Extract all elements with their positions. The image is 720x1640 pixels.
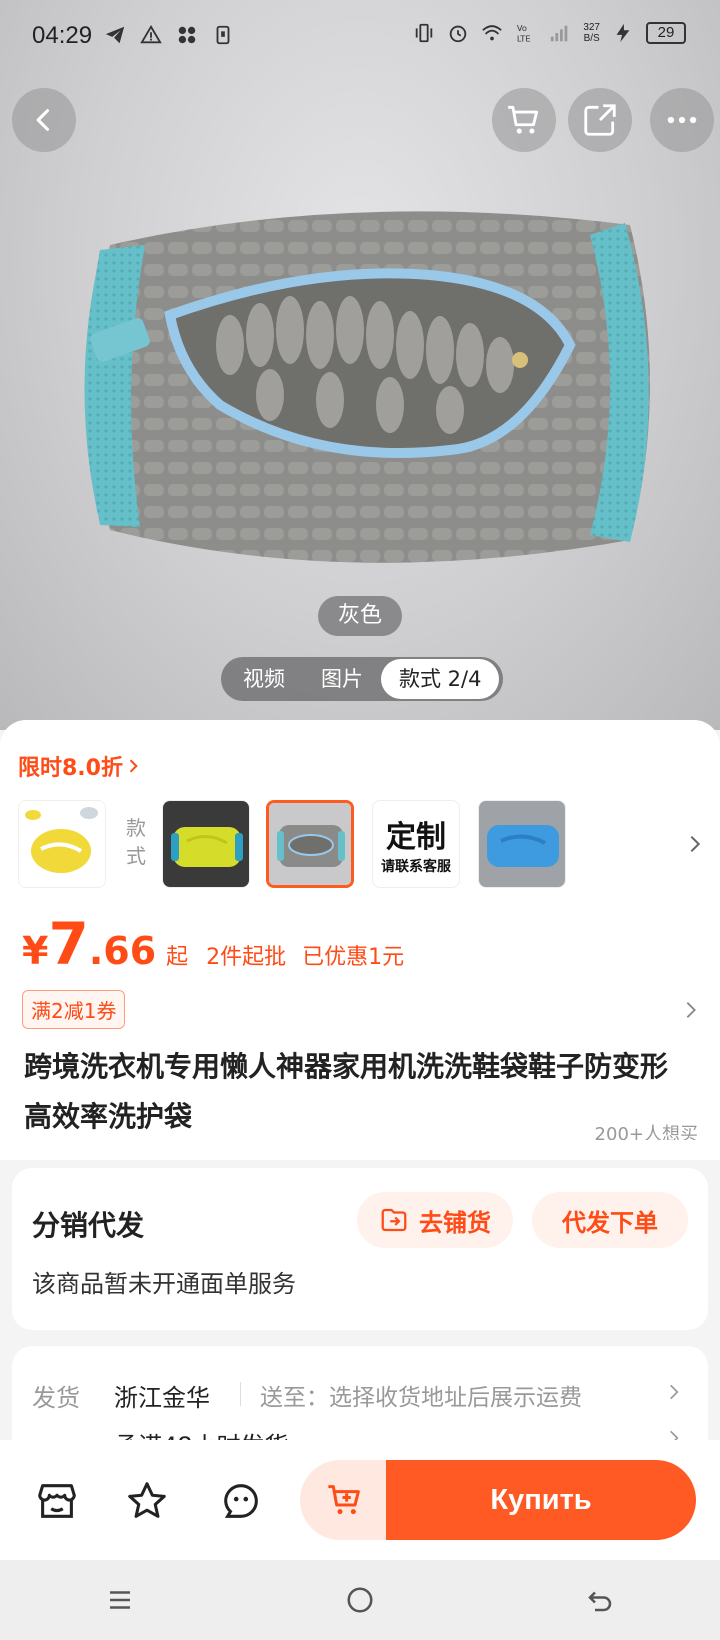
variant-selector[interactable]: 款式 定制 请联系客服 [18,800,718,890]
wifi-icon [482,25,503,41]
product-photo [84,211,650,563]
share-button[interactable] [568,88,632,152]
cart-icon [508,105,539,134]
color-tag: 灰色 [318,596,402,636]
nav-home-button[interactable] [240,1560,480,1640]
system-nav-bar [0,1560,720,1640]
buy-button[interactable]: Купить [386,1460,696,1540]
variant-thumb-gray[interactable] [266,800,354,888]
back-arrow-icon [588,1591,612,1612]
want-count: 200+人想买 [594,1124,698,1140]
more-icon [667,116,697,124]
deliver-to[interactable]: 送至：选择收货地址后展示运费 [260,1378,582,1412]
vibrate-icon [416,23,433,43]
product-gallery[interactable]: 04:29 Vo LTE 327 B/S 29 灰色 视频 图片 款式 2/4 [0,0,720,730]
media-tabs[interactable]: 视频 图片 款式 2/4 [221,657,504,701]
charging-icon [616,23,630,43]
alarm-icon [450,25,467,43]
network-speed: 327 B/S [583,22,600,44]
tab-styles[interactable]: 款式 2/4 [381,659,500,699]
divider [240,1382,241,1406]
distribution-card: 分销代发 该商品暂未开通面单服务 去铺货 代发下单 [12,1168,708,1330]
favorite-star-icon[interactable] [124,1478,170,1524]
shipping-origin: 浙江金华 [114,1384,210,1412]
add-to-cart-icon [328,1485,360,1515]
shipping-card[interactable]: 发货 浙江金华 送至：选择收货地址后展示运费 承诺48小时发货 [12,1346,708,1446]
more-button[interactable] [650,88,714,152]
svg-text:Vo: Vo [517,23,527,33]
distribution-heading: 分销代发 [32,1209,145,1242]
shipping-label: 发货 [32,1384,80,1412]
promo-label[interactable]: 限时8.0折 [18,750,143,782]
stock-button[interactable]: 去铺货 [357,1192,513,1248]
add-to-cart-button[interactable] [300,1460,390,1540]
clock: 04:29 [32,22,93,49]
store-icon[interactable] [34,1478,80,1524]
battery-indicator: 29 [646,22,686,44]
product-info-card: 限时8.0折 款式 定制 请联系客服 ¥ 7 .66 起 2件起批 已优惠1元 … [0,720,720,1160]
status-bar: 04:29 Vo LTE 327 B/S 29 [0,0,720,72]
sim-icon [216,25,230,45]
nav-recents-button[interactable] [0,1560,240,1640]
chevron-right-icon[interactable] [680,998,702,1022]
share-icon [584,104,616,136]
telegram-icon [105,26,125,44]
drop-ship-order-button[interactable]: 代发下单 [532,1192,688,1248]
export-icon [381,1208,407,1232]
chevron-right-icon [129,759,138,773]
chat-service-icon[interactable] [218,1478,264,1524]
home-circle-icon [347,1587,373,1613]
menu-icon [110,1591,130,1609]
apps-icon [178,26,196,44]
tab-images[interactable]: 图片 [303,659,381,699]
variant-label: 款式 [126,816,146,868]
cart-button[interactable] [492,88,556,152]
back-icon [36,109,50,131]
variant-thumb-blue[interactable] [478,800,566,888]
coupon-badge[interactable]: 满2减1券 [22,990,126,1029]
variant-thumb-yellow-shoes[interactable] [18,800,106,888]
warning-icon [140,24,162,44]
tab-video[interactable]: 视频 [225,659,303,699]
variant-thumb-yellow[interactable] [162,800,250,888]
product-title: 跨境洗衣机专用懒人神器家用机洗洗鞋袋鞋子防变形高效率洗护袋 [24,1050,669,1133]
distribution-note: 该商品暂未开通面单服务 [32,1270,296,1298]
variant-thumb-custom[interactable]: 定制 请联系客服 [372,800,460,888]
bottom-action-bar: Купить [0,1440,720,1562]
price: ¥ 7 .66 起 2件起批 已优惠1元 [22,910,405,978]
chevron-right-icon[interactable] [684,832,706,856]
volte-icon: VoLTE [517,23,531,43]
chevron-right-icon[interactable] [664,1380,684,1404]
signal-icon [551,25,568,42]
svg-text:LTE: LTE [517,33,531,43]
back-button[interactable] [12,88,76,152]
nav-back-button[interactable] [480,1560,720,1640]
